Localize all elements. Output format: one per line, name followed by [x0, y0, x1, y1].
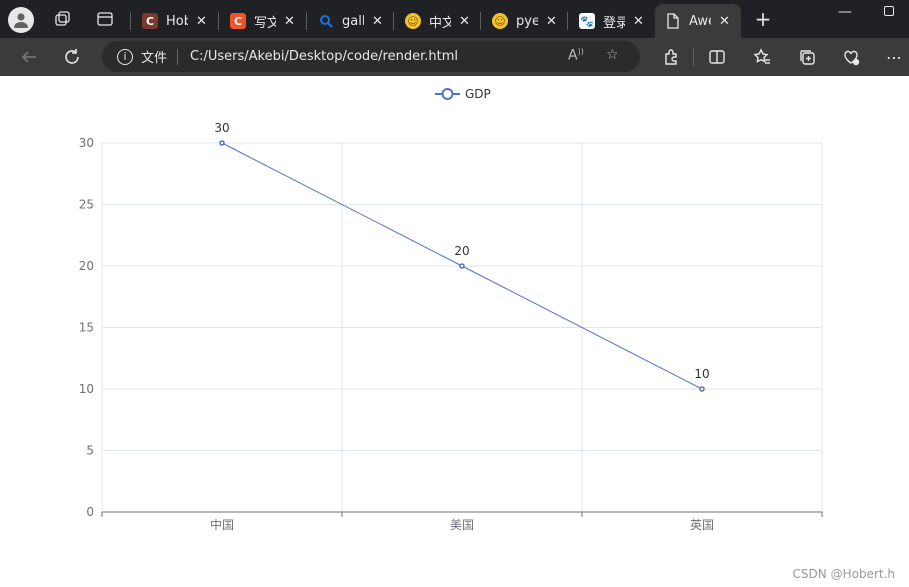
close-tab-icon[interactable]: ✕: [196, 14, 207, 29]
more-menu-icon[interactable]: ⋯: [883, 46, 905, 68]
tab-title: 登录: [603, 15, 625, 31]
tab-title: Awe: [689, 13, 711, 29]
close-tab-icon[interactable]: ✕: [372, 14, 383, 29]
y-tick-label: 10: [79, 382, 94, 396]
split-screen-icon[interactable]: [706, 46, 728, 68]
read-aloud-icon[interactable]: A)): [568, 47, 584, 64]
minimize-window-icon[interactable]: —: [838, 4, 852, 20]
reload-icon[interactable]: [61, 46, 83, 68]
tab-separator: [306, 12, 307, 30]
address-url[interactable]: C:/Users/Akebi/Desktop/code/render.html: [190, 49, 458, 64]
collections-icon[interactable]: [796, 46, 818, 68]
browser-essentials-icon[interactable]: [840, 46, 862, 68]
tab-actions-icon[interactable]: [90, 4, 120, 34]
legend-label: GDP: [465, 87, 491, 101]
watermark-text: CSDN @Hobert.h: [792, 567, 895, 581]
extensions-icon[interactable]: [660, 46, 682, 68]
back-arrow-icon[interactable]: [18, 46, 40, 68]
data-label: 20: [454, 244, 469, 258]
favorite-star-icon[interactable]: ☆: [606, 47, 619, 63]
smiley-favicon-icon: ☺: [492, 13, 508, 29]
data-point: [699, 386, 705, 392]
address-divider: [177, 48, 179, 65]
y-tick-label: 25: [79, 198, 94, 212]
search-favicon-icon: [318, 13, 334, 29]
tab-3[interactable]: ☺ 中文 ✕: [395, 6, 470, 36]
close-tab-icon[interactable]: ✕: [284, 14, 295, 29]
x-category-label: 英国: [690, 518, 714, 532]
x-category-label: 中国: [210, 517, 234, 532]
address-bar[interactable]: i 文件 C:/Users/Akebi/Desktop/code/render.…: [102, 41, 640, 72]
profile-avatar-icon[interactable]: [8, 7, 34, 33]
close-tab-icon[interactable]: ✕: [459, 14, 470, 29]
toolbar-separator: [693, 48, 694, 66]
tab-title: Hob: [166, 13, 188, 29]
browser-toolbar: i 文件 C:/Users/Akebi/Desktop/code/render.…: [0, 38, 909, 76]
gdp-line-chart: 0 5 10 15 20 25 30 中国 美国 英国 30 20 10 GDP: [79, 87, 823, 532]
tab-separator: [480, 12, 481, 30]
tab-title: 中文: [429, 15, 451, 31]
favorites-icon[interactable]: [751, 46, 773, 68]
y-tick-label: 30: [79, 136, 94, 150]
tab-title: galle: [342, 13, 364, 29]
smiley-favicon-icon: ☺: [405, 13, 421, 29]
workspaces-icon[interactable]: [48, 4, 78, 34]
baidu-paw-favicon-icon: 🐾: [579, 13, 595, 29]
data-label: 10: [694, 367, 709, 381]
browser-tab-bar: C Hob ✕ C 写文 ✕ galle ✕ ☺ 中文 ✕ ☺ pyec ✕ 🐾…: [0, 0, 909, 38]
new-tab-button[interactable]: +: [748, 4, 778, 34]
csdn-favicon-icon: C: [230, 13, 246, 29]
tab-title: 写文: [254, 15, 276, 31]
legend-marker-icon: [441, 88, 454, 100]
close-tab-icon[interactable]: ✕: [546, 14, 557, 29]
maximize-window-icon[interactable]: [884, 4, 894, 20]
close-tab-icon[interactable]: ✕: [719, 14, 730, 29]
data-label: 30: [214, 121, 229, 135]
page-favicon-icon: [665, 13, 681, 29]
close-tab-icon[interactable]: ✕: [633, 14, 644, 29]
tab-1[interactable]: C 写文 ✕: [220, 6, 295, 36]
x-category-label: 美国: [450, 518, 474, 532]
tab-5[interactable]: 🐾 登录 ✕: [569, 6, 644, 36]
y-tick-label: 15: [79, 321, 94, 335]
tab-separator: [567, 12, 568, 30]
tab-separator: [130, 12, 131, 30]
address-scheme-label: 文件: [141, 51, 168, 66]
site-info-icon[interactable]: i: [117, 48, 133, 65]
tab-4[interactable]: ☺ pyec ✕: [482, 6, 557, 36]
tab-0[interactable]: C Hob ✕: [132, 6, 207, 36]
data-point: [459, 263, 465, 269]
tab-separator: [218, 12, 219, 30]
page-content: 0 5 10 15 20 25 30 中国 美国 英国 30 20 10 GDP CSDN @Hobert…: [4, 76, 909, 587]
y-tick-label: 5: [86, 444, 94, 458]
tab-6-active[interactable]: Awe ✕: [655, 4, 741, 38]
tab-title: pyec: [516, 13, 538, 29]
tab-separator: [393, 12, 394, 30]
y-tick-label: 20: [79, 259, 94, 273]
tab-2[interactable]: galle ✕: [308, 6, 383, 36]
csdn-favicon-icon: C: [142, 13, 158, 29]
y-tick-label: 0: [86, 505, 94, 519]
data-point: [219, 140, 225, 146]
